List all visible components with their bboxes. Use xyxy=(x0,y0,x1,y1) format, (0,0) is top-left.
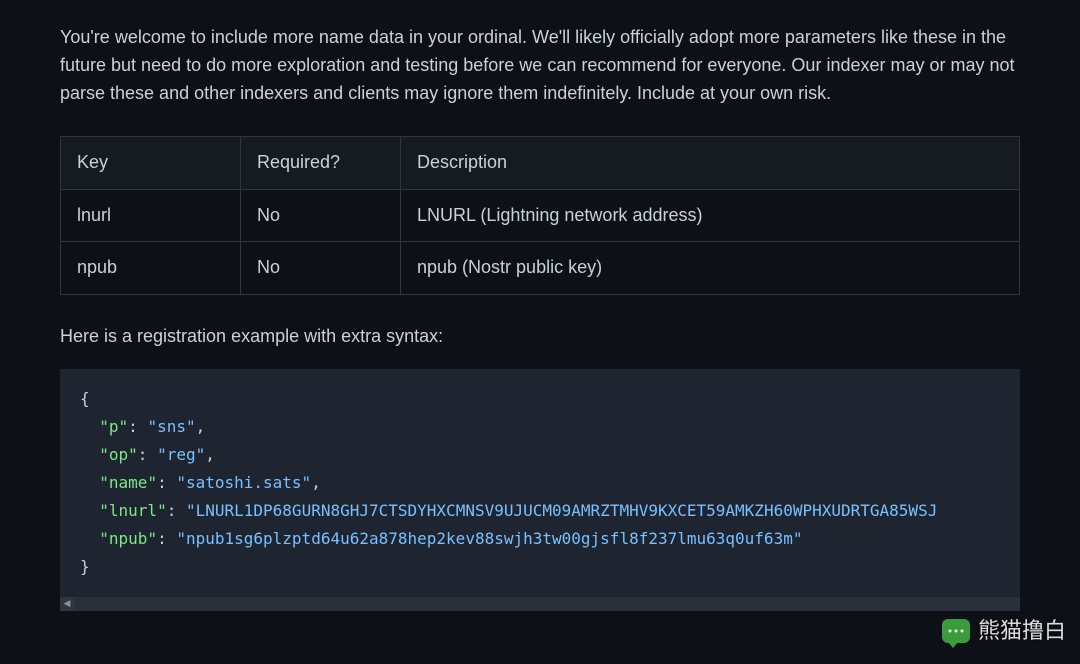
cell-description: npub (Nostr public key) xyxy=(401,242,1020,295)
scroll-track[interactable] xyxy=(74,597,1020,611)
horizontal-scrollbar[interactable]: ◀ xyxy=(60,597,1020,611)
cell-required: No xyxy=(241,189,401,242)
col-header-description: Description xyxy=(401,136,1020,189)
code-block-container: { "p": "sns", "op": "reg", "name": "sato… xyxy=(60,369,1020,611)
page-root: You're welcome to include more name data… xyxy=(0,0,1080,664)
cell-key: npub xyxy=(61,242,241,295)
watermark-text: 熊猫撸白 xyxy=(978,614,1066,648)
intro-paragraph: You're welcome to include more name data… xyxy=(60,18,1020,118)
cell-description: LNURL (Lightning network address) xyxy=(401,189,1020,242)
example-label: Here is a registration example with extr… xyxy=(60,323,1020,351)
code-block: { "p": "sns", "op": "reg", "name": "sato… xyxy=(60,369,1020,597)
col-header-key: Key xyxy=(61,136,241,189)
cell-key: lnurl xyxy=(61,189,241,242)
table-row: npub No npub (Nostr public key) xyxy=(61,242,1020,295)
cell-required: No xyxy=(241,242,401,295)
table-header-row: Key Required? Description xyxy=(61,136,1020,189)
parameters-table: Key Required? Description lnurl No LNURL… xyxy=(60,136,1020,296)
watermark: 熊猫撸白 xyxy=(942,614,1066,648)
scroll-left-arrow-icon[interactable]: ◀ xyxy=(60,597,74,611)
table-row: lnurl No LNURL (Lightning network addres… xyxy=(61,189,1020,242)
col-header-required: Required? xyxy=(241,136,401,189)
wechat-icon xyxy=(942,619,970,643)
